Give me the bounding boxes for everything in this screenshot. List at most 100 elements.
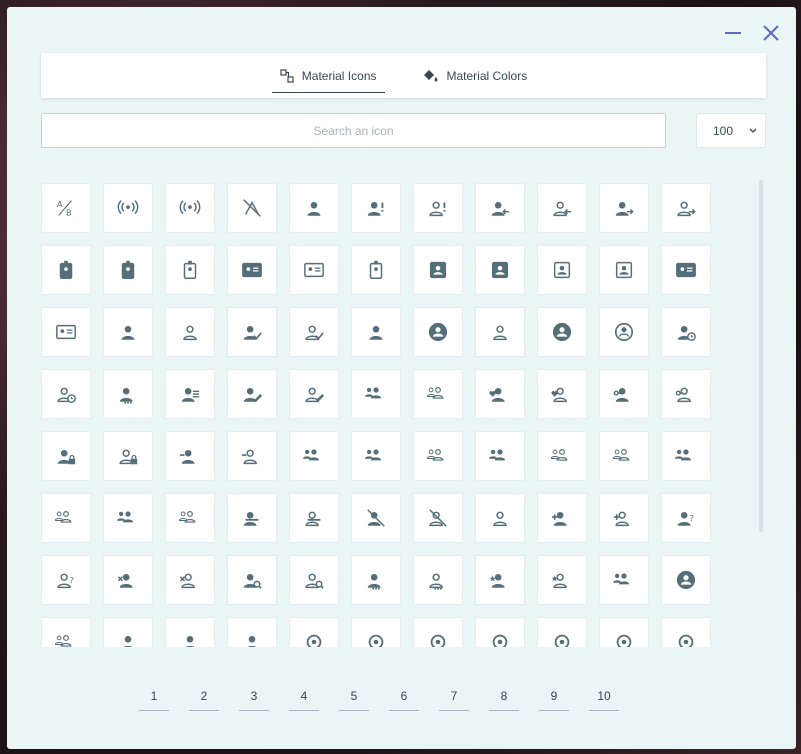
close-button[interactable] <box>759 21 783 45</box>
icon-tile[interactable] <box>227 493 277 543</box>
icon-tile[interactable] <box>103 617 153 647</box>
page-button[interactable]: 3 <box>239 685 269 711</box>
icon-tile[interactable] <box>227 617 277 647</box>
icon-tile[interactable] <box>475 431 525 481</box>
icon-tile[interactable] <box>41 369 91 419</box>
icon-tile[interactable] <box>537 555 587 605</box>
icon-tile[interactable] <box>165 431 215 481</box>
icon-tile[interactable] <box>227 245 277 295</box>
icon-tile[interactable] <box>351 431 401 481</box>
icon-tile[interactable] <box>165 555 215 605</box>
icon-tile[interactable] <box>537 493 587 543</box>
icon-tile[interactable] <box>413 245 463 295</box>
icon-tile[interactable] <box>41 493 91 543</box>
icon-tile[interactable] <box>103 183 153 233</box>
icon-tile[interactable] <box>599 245 649 295</box>
icon-tile[interactable] <box>661 183 711 233</box>
tab-material-icons[interactable]: Material Icons <box>271 59 385 93</box>
icon-tile[interactable] <box>289 245 339 295</box>
icon-tile[interactable] <box>103 431 153 481</box>
icon-tile[interactable] <box>599 431 649 481</box>
icon-tile[interactable]: AB <box>41 183 91 233</box>
icon-tile[interactable] <box>289 369 339 419</box>
icon-tile[interactable] <box>103 555 153 605</box>
icon-tile[interactable] <box>537 617 587 647</box>
icon-tile[interactable] <box>351 617 401 647</box>
icon-tile[interactable] <box>41 245 91 295</box>
icon-tile[interactable] <box>227 555 277 605</box>
icon-tile[interactable] <box>351 245 401 295</box>
icon-tile[interactable] <box>289 555 339 605</box>
icon-tile[interactable] <box>413 369 463 419</box>
minimize-button[interactable] <box>721 21 745 45</box>
icon-tile[interactable] <box>475 617 525 647</box>
page-size-select[interactable]: 100 <box>696 113 766 148</box>
icon-tile[interactable] <box>413 307 463 357</box>
icon-tile[interactable] <box>413 183 463 233</box>
icon-tile[interactable] <box>661 369 711 419</box>
icon-tile[interactable] <box>475 493 525 543</box>
page-button[interactable]: 10 <box>589 685 619 711</box>
page-button[interactable]: 5 <box>339 685 369 711</box>
page-button[interactable]: 4 <box>289 685 319 711</box>
icon-tile[interactable] <box>351 183 401 233</box>
icon-tile[interactable] <box>537 245 587 295</box>
icon-tile[interactable] <box>289 617 339 647</box>
icon-tile[interactable] <box>599 493 649 543</box>
icon-tile[interactable] <box>475 307 525 357</box>
page-button[interactable]: 6 <box>389 685 419 711</box>
icon-tile[interactable] <box>661 555 711 605</box>
icon-tile[interactable] <box>475 369 525 419</box>
icon-tile[interactable] <box>413 617 463 647</box>
icon-tile[interactable] <box>413 431 463 481</box>
icon-tile[interactable] <box>537 369 587 419</box>
icon-tile[interactable] <box>537 307 587 357</box>
page-button[interactable]: 7 <box>439 685 469 711</box>
icon-tile[interactable] <box>475 555 525 605</box>
icon-tile[interactable] <box>41 617 91 647</box>
search-input[interactable] <box>41 113 666 148</box>
icon-tile[interactable] <box>351 555 401 605</box>
icon-tile[interactable] <box>289 493 339 543</box>
page-button[interactable]: 1 <box>139 685 169 711</box>
icon-tile[interactable] <box>227 431 277 481</box>
icon-tile[interactable] <box>413 493 463 543</box>
icon-tile[interactable] <box>599 183 649 233</box>
icon-tile[interactable] <box>103 493 153 543</box>
icon-tile[interactable] <box>41 431 91 481</box>
icon-tile[interactable]: ? <box>41 555 91 605</box>
icon-tile[interactable] <box>351 307 401 357</box>
icon-tile[interactable] <box>599 555 649 605</box>
icon-tile[interactable] <box>227 369 277 419</box>
tab-material-colors[interactable]: Material Colors <box>415 59 536 93</box>
icon-tile[interactable] <box>661 431 711 481</box>
icon-tile[interactable] <box>289 431 339 481</box>
icon-tile[interactable] <box>537 183 587 233</box>
scrollbar[interactable] <box>759 180 763 532</box>
icon-tile[interactable] <box>413 555 463 605</box>
icon-tile[interactable] <box>475 245 525 295</box>
icon-tile[interactable] <box>227 183 277 233</box>
icon-tile[interactable] <box>351 493 401 543</box>
icon-tile[interactable]: ? <box>661 493 711 543</box>
icon-tile[interactable] <box>103 307 153 357</box>
page-button[interactable]: 8 <box>489 685 519 711</box>
icon-tile[interactable] <box>475 183 525 233</box>
icon-tile[interactable] <box>289 307 339 357</box>
icon-tile[interactable] <box>661 617 711 647</box>
icon-tile[interactable] <box>165 369 215 419</box>
icon-tile[interactable] <box>661 307 711 357</box>
icon-tile[interactable] <box>165 617 215 647</box>
icon-tile[interactable] <box>165 307 215 357</box>
icon-tile[interactable] <box>165 183 215 233</box>
page-button[interactable]: 9 <box>539 685 569 711</box>
icon-tile[interactable] <box>599 307 649 357</box>
icon-tile[interactable] <box>103 245 153 295</box>
icon-tile[interactable] <box>599 617 649 647</box>
icon-tile[interactable] <box>41 307 91 357</box>
icon-tile[interactable] <box>599 369 649 419</box>
page-button[interactable]: 2 <box>189 685 219 711</box>
icon-tile[interactable] <box>289 183 339 233</box>
icon-tile[interactable] <box>165 245 215 295</box>
icon-tile[interactable] <box>661 245 711 295</box>
